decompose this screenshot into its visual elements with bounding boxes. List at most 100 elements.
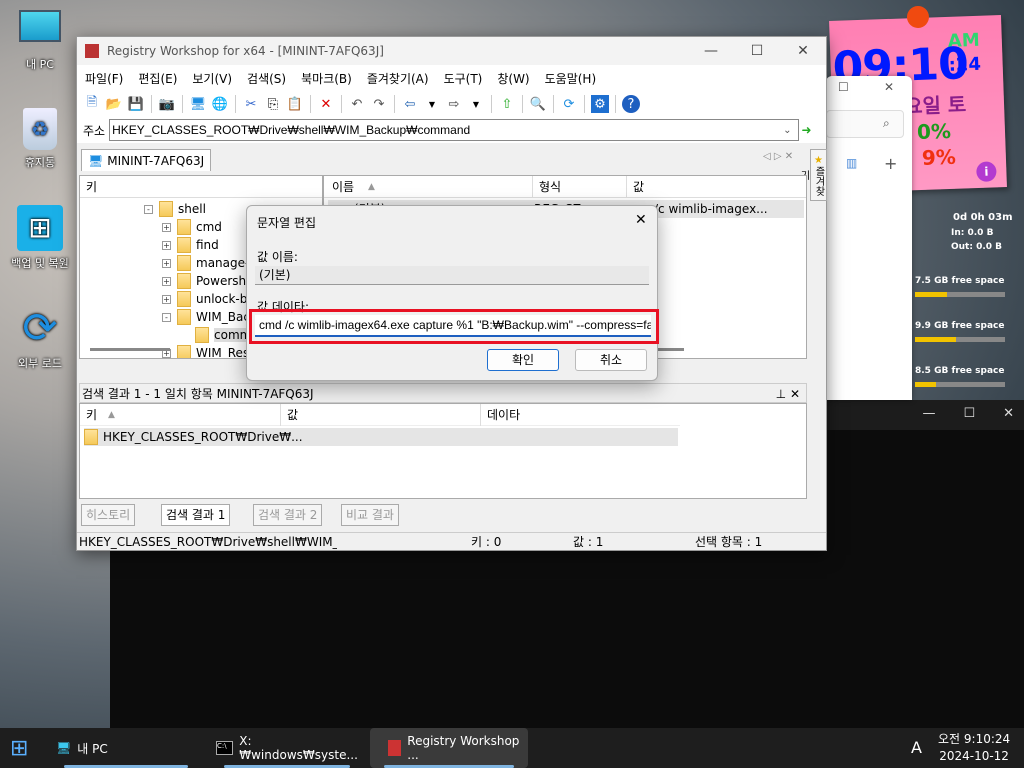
new-icon[interactable]: 🗎 <box>83 95 101 113</box>
find-icon[interactable]: 🔍 <box>529 95 547 113</box>
explorer-window[interactable]: ☐ ✕ ⌕ ▥ + <box>826 76 912 400</box>
redo-icon[interactable]: ↷ <box>370 95 388 113</box>
save-icon[interactable]: 💾 <box>127 95 145 113</box>
cancel-button[interactable]: 취소 <box>575 349 647 371</box>
cut-icon[interactable]: ✂ <box>242 95 260 113</box>
close-icon[interactable]: ✕ <box>884 80 894 94</box>
bottom-tab[interactable]: 검색 결과 2 <box>253 504 323 526</box>
open-icon[interactable]: 📂 <box>105 95 123 113</box>
menu-item[interactable]: 북마크(B) <box>301 70 352 87</box>
maximize-icon[interactable]: ☐ <box>963 406 975 424</box>
column-value[interactable]: 값 <box>280 404 298 426</box>
column-data[interactable]: 데이타 <box>480 404 520 426</box>
folder-icon <box>177 219 191 235</box>
expand-icon[interactable]: + <box>162 258 171 268</box>
menu-item[interactable]: 파일(F) <box>85 70 123 87</box>
minimize-icon[interactable]: — <box>922 406 935 424</box>
search-box[interactable]: ⌕ <box>826 110 904 138</box>
drive-label: 7.5 GB free space <box>915 276 1005 286</box>
clock[interactable]: 오전 9:10:24 2024-10-12 <box>938 731 1010 765</box>
expand-icon[interactable]: + <box>162 294 171 304</box>
paste-icon[interactable]: 📋 <box>286 95 304 113</box>
maximize-button[interactable]: ☐ <box>734 43 780 59</box>
taskbar-item-my-pc[interactable]: 🖥 내 PC <box>50 728 202 768</box>
horizontal-scrollbar[interactable] <box>90 348 170 351</box>
minimize-button[interactable]: — <box>688 43 734 59</box>
folder-icon <box>177 291 191 307</box>
maximize-icon[interactable]: ☐ <box>838 80 849 94</box>
refresh-icon[interactable]: ⟳ <box>560 95 578 113</box>
tree-item[interactable]: + manage- <box>162 254 249 272</box>
tree-item[interactable]: + Powershe <box>162 272 254 290</box>
tree-item[interactable]: - WIM_Bac <box>162 308 250 326</box>
address-input[interactable] <box>109 119 800 141</box>
search-result-row[interactable]: HKEY_CLASSES_ROOT₩Drive₩... <box>84 428 678 446</box>
chevron-down-icon[interactable]: ⌄ <box>783 125 791 136</box>
bottom-tab[interactable]: 히스토리 <box>81 504 136 526</box>
computer-icon[interactable]: 🖥 <box>189 95 207 113</box>
pin-close-icons[interactable]: ⊥ ✕ <box>776 384 800 404</box>
close-icon[interactable]: ✕ <box>1003 406 1014 424</box>
bottom-tab[interactable]: 비교 결과 <box>341 504 399 526</box>
tree-item[interactable]: - shell <box>144 200 206 218</box>
value-data-input[interactable] <box>255 315 651 337</box>
desktop-icon-recycle-bin[interactable]: ♻ 휴지통 <box>4 108 76 170</box>
favorites-side-tab[interactable]: ★즐겨찾기 <box>798 149 827 201</box>
menu-item[interactable]: 편집(E) <box>138 70 177 87</box>
collapse-icon[interactable]: - <box>162 312 171 322</box>
menu-item[interactable]: 도움말(H) <box>545 70 597 87</box>
desktop-icon-backup[interactable]: ⊞ 백업 및 복원 <box>4 205 76 271</box>
expand-icon[interactable]: + <box>162 276 171 286</box>
column-type[interactable]: 형식 <box>532 176 561 198</box>
snapshot-icon[interactable]: 📷 <box>158 95 176 113</box>
close-button[interactable]: ✕ <box>635 212 647 228</box>
tab-mininit[interactable]: 🖥 MININT-7AFQ63J <box>81 149 212 171</box>
desktop-icon-my-pc[interactable]: 내 PC <box>4 10 76 72</box>
taskbar-item-console[interactable]: C:\ X:₩windows₩syste... <box>210 728 364 768</box>
info-icon[interactable]: i <box>976 161 997 182</box>
collapse-icon[interactable]: - <box>144 204 153 214</box>
tree-item[interactable]: + find <box>162 236 219 254</box>
help-icon[interactable]: ? <box>622 95 640 113</box>
back-dropdown-icon[interactable]: ▼ <box>423 95 441 113</box>
tree-item[interactable]: + cmd <box>162 218 222 236</box>
undo-icon[interactable]: ↶ <box>348 95 366 113</box>
start-button[interactable]: ⊞ <box>10 728 34 768</box>
tree-item[interactable]: + WIM_Res <box>162 344 249 358</box>
column-key[interactable]: 키 <box>86 404 97 426</box>
up-level-icon[interactable]: ⇧ <box>498 95 516 113</box>
expand-icon[interactable]: + <box>162 240 171 250</box>
menu-item[interactable]: 창(W) <box>497 70 529 87</box>
taskbar-item-registry-workshop[interactable]: Registry Workshop ... <box>370 728 528 768</box>
ime-indicator[interactable]: A <box>911 738 922 757</box>
settings-icon[interactable]: ⚙ <box>591 95 609 113</box>
copy-icon[interactable]: ⎘ <box>264 95 282 113</box>
search-header: 키 ▲ 값 데이타 <box>80 404 680 426</box>
menu-item[interactable]: 즐겨찾기(A) <box>367 70 429 87</box>
edit-string-dialog[interactable]: 문자열 편집 ✕ 값 이름: (기본) 값 데이타: 확인 취소 <box>246 205 659 381</box>
column-name[interactable]: 이름 <box>332 176 354 198</box>
forward-dropdown-icon[interactable]: ▼ <box>467 95 485 113</box>
column-value[interactable]: 값 <box>626 176 644 198</box>
titlebar[interactable]: Registry Workshop for x64 - [MININT-7AFQ… <box>77 37 826 65</box>
close-button[interactable]: ✕ <box>780 43 826 59</box>
menu-item[interactable]: 검색(S) <box>247 70 286 87</box>
back-icon[interactable]: ⇦ <box>401 95 419 113</box>
pane-icon[interactable]: ▥ <box>846 156 857 170</box>
plus-icon[interactable]: + <box>884 154 897 173</box>
bottom-tab[interactable]: 검색 결과 1 <box>161 504 231 526</box>
tree-item[interactable]: + unlock-b <box>162 290 247 308</box>
ok-button[interactable]: 확인 <box>487 349 559 371</box>
tree-item[interactable]: comm <box>180 326 252 344</box>
search-results-pane[interactable]: 키 ▲ 값 데이타 HKEY_CLASSES_ROOT₩Drive₩... <box>79 403 807 499</box>
menu-item[interactable]: 도구(T) <box>444 70 483 87</box>
delete-icon[interactable]: ✕ <box>317 95 335 113</box>
forward-icon[interactable]: ⇨ <box>445 95 463 113</box>
result-key: HKEY_CLASSES_ROOT₩Drive₩... <box>103 430 303 444</box>
go-arrow-icon[interactable]: ➜ <box>801 123 811 137</box>
desktop-icon-external-load[interactable]: ⟳ 외부 로드 <box>4 305 76 371</box>
expand-icon[interactable]: + <box>162 222 171 232</box>
network-icon[interactable]: 🌐 <box>211 95 229 113</box>
menu-item[interactable]: 보기(V) <box>192 70 232 87</box>
tab-nav-icons[interactable]: ◁ ▷ ✕ <box>763 151 793 162</box>
